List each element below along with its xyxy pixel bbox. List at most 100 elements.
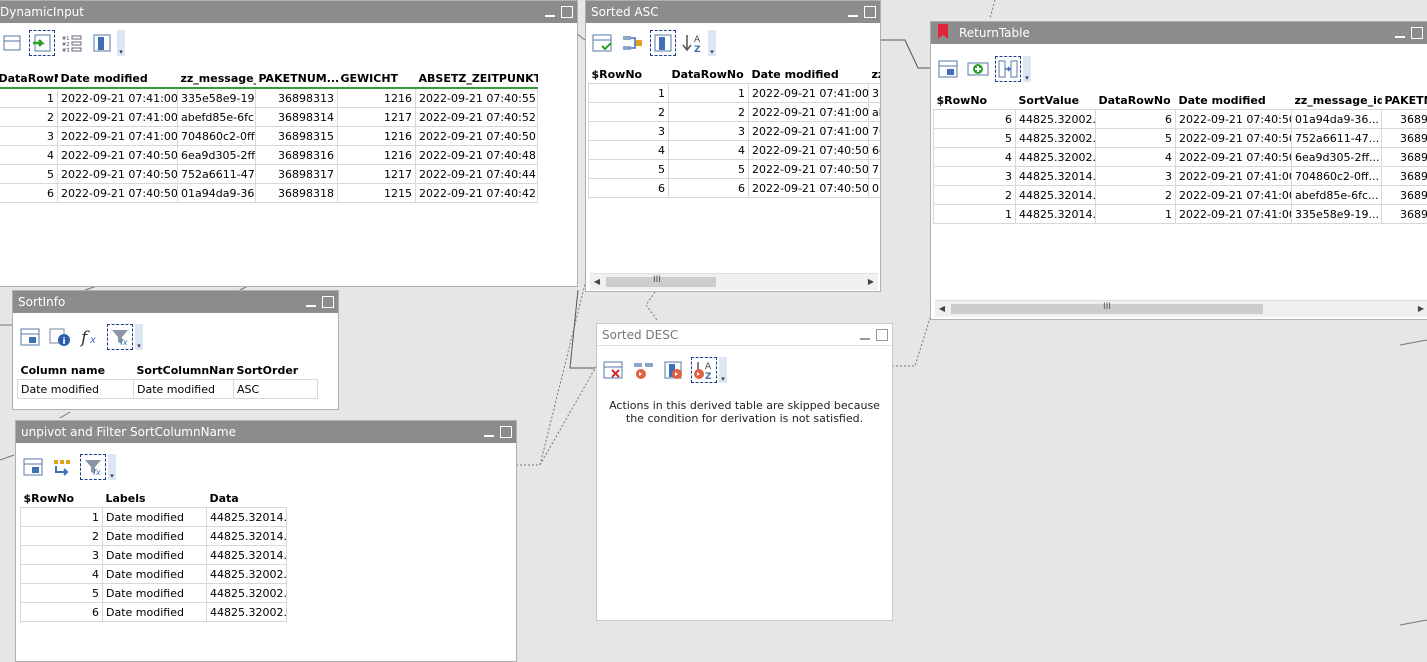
table-icon[interactable] — [22, 456, 44, 478]
table-row[interactable]: 1 Date modified 44825.32014... — [20, 507, 287, 527]
table-row[interactable]: 662022-09-21 07:40:5001 — [588, 178, 880, 198]
minimize-button[interactable] — [306, 305, 316, 307]
toolbar-dropdown-icon[interactable]: ▾ — [719, 357, 727, 383]
panel-titlebar[interactable]: Sorted DESC — [597, 324, 892, 346]
sorted-asc-panel[interactable]: Sorted ASC AZ ▾ $RowNo DataRowNo Date mo… — [585, 0, 881, 292]
table-row[interactable]: 6 44825.32002... 6 2022-09-21 07:40:50 01a94… — [933, 109, 1427, 129]
minimize-button[interactable] — [545, 15, 555, 17]
column-header[interactable]: Labels — [102, 489, 207, 508]
column-order-icon[interactable] — [995, 56, 1021, 82]
column-header[interactable]: Column name — [17, 361, 134, 380]
table-row[interactable]: 552022-09-21 07:40:5075 — [588, 159, 880, 179]
table-icon[interactable] — [1, 32, 23, 54]
table-row[interactable]: 332022-09-21 07:41:0070 — [588, 121, 880, 141]
sort-ascending-icon[interactable]: AZ — [682, 32, 704, 54]
column-header[interactable]: $RowNo — [20, 489, 103, 508]
table-row[interactable]: 3 Date modified 44825.32014... — [20, 545, 287, 565]
table-row[interactable]: 2 Date modified 44825.32014... — [20, 526, 287, 546]
minimize-button[interactable] — [848, 15, 858, 17]
minimize-button[interactable] — [1395, 36, 1405, 38]
scrollbar-thumb[interactable] — [606, 277, 716, 287]
maximize-button[interactable] — [500, 426, 512, 438]
table-row[interactable]: 5 Date modified 44825.32002... — [20, 583, 287, 603]
column-header[interactable]: Date modified — [748, 65, 869, 84]
table-row[interactable]: 222022-09-21 07:41:00ab — [588, 102, 880, 122]
sorted-desc-panel[interactable]: Sorted DESC AZ ▾ Actions in this derived… — [596, 323, 893, 621]
column-header[interactable]: SortColumnName — [133, 361, 234, 380]
table-row[interactable]: 6 2022-09-21 07:40:50 01a94da9-36... 368… — [0, 183, 538, 203]
table-row[interactable]: 4 44825.32002... 4 2022-09-21 07:40:50 6ea9d… — [933, 147, 1427, 167]
numbered-list-icon[interactable]: #1 #2 #3 — [61, 32, 83, 54]
table-row[interactable]: 3 2022-09-21 07:41:00 704860c2-0ff... 36… — [0, 126, 538, 146]
toolbar-dropdown-icon[interactable]: ▾ — [708, 30, 716, 56]
import-data-icon[interactable] — [29, 30, 55, 56]
scroll-right-icon[interactable]: ▶ — [864, 274, 878, 290]
filter-formula-icon[interactable]: fx — [107, 324, 133, 350]
minimize-button[interactable] — [860, 338, 870, 340]
table-row[interactable]: 442022-09-21 07:40:506e — [588, 140, 880, 160]
column-header[interactable]: DataRowNo — [1095, 91, 1176, 110]
maximize-button[interactable] — [1411, 27, 1423, 39]
column-header[interactable]: $RowNo — [588, 65, 669, 84]
column-header[interactable]: ABSETZ_ZEITPUNKT — [415, 69, 538, 89]
horizontal-scrollbar[interactable]: ◀ III ▶ — [935, 300, 1427, 317]
toolbar-dropdown-icon[interactable]: ▾ — [117, 30, 125, 56]
panel-titlebar[interactable]: DynamicInput — [0, 1, 577, 23]
merge-skipped-icon[interactable] — [633, 359, 655, 381]
table-row[interactable]: 2 2022-09-21 07:41:00 abefd85e-6fc... 36… — [0, 107, 538, 127]
minimize-button[interactable] — [484, 435, 494, 437]
column-header[interactable]: GEWICHT — [337, 69, 416, 89]
scroll-right-icon[interactable]: ▶ — [1414, 301, 1427, 317]
column-header[interactable]: DataRowNo — [0, 69, 58, 89]
column-header[interactable]: $RowNo — [933, 91, 1016, 110]
column-header[interactable]: PAKETNU — [1381, 91, 1427, 110]
column-header[interactable]: PAKETNUM... — [255, 69, 338, 89]
horizontal-scrollbar[interactable]: ◀ III ▶ — [590, 273, 878, 290]
table-row[interactable]: 1 2022-09-21 07:41:00 335e58e9-19... 368… — [0, 87, 538, 108]
column-header[interactable]: SortValue — [1015, 91, 1096, 110]
column-header[interactable]: zz_message_id — [177, 69, 256, 89]
info-icon[interactable]: i — [49, 326, 71, 348]
unpivot-panel[interactable]: unpivot and Filter SortColumnName fx ▾ $… — [15, 420, 517, 662]
column-header[interactable]: zz — [868, 65, 880, 84]
toolbar-dropdown-icon[interactable]: ▾ — [108, 454, 116, 480]
table-icon[interactable] — [937, 58, 959, 80]
table-row[interactable]: 5 44825.32002... 5 2022-09-21 07:40:50 752a6… — [933, 128, 1427, 148]
table-icon[interactable] — [19, 326, 41, 348]
table-row[interactable]: 6 Date modified 44825.32002... — [20, 602, 287, 622]
toolbar-dropdown-icon[interactable]: ▾ — [135, 324, 143, 350]
filter-formula-icon[interactable]: fx — [80, 454, 106, 480]
table-row[interactable]: 2 44825.32014... 2 2022-09-21 07:41:00 abefd… — [933, 185, 1427, 205]
merge-icon[interactable] — [622, 32, 644, 54]
column-skipped-icon[interactable] — [663, 359, 685, 381]
dynamic-input-panel[interactable]: DynamicInput #1#2#3 ▾ DataRowNo Date mod… — [0, 0, 578, 287]
column-select-icon[interactable] — [91, 32, 113, 54]
column-header[interactable]: SortOrder — [233, 361, 318, 380]
column-header[interactable]: zz_message_id — [1291, 91, 1382, 110]
panel-titlebar[interactable]: Sorted ASC — [586, 1, 880, 23]
scroll-left-icon[interactable]: ◀ — [590, 274, 604, 290]
column-header[interactable]: Date modified — [57, 69, 178, 89]
maximize-button[interactable] — [876, 329, 888, 341]
unpivot-icon[interactable] — [52, 456, 74, 478]
table-row[interactable]: Date modified Date modified ASC — [17, 379, 318, 399]
panel-titlebar[interactable]: ReturnTable — [931, 22, 1427, 44]
sort-info-panel[interactable]: SortInfo i fx fx ▾ Column name SortColum… — [12, 290, 339, 410]
sort-descending-icon[interactable]: AZ — [691, 357, 717, 383]
table-row[interactable]: 3 44825.32014... 3 2022-09-21 07:41:00 70486… — [933, 166, 1427, 186]
table-row[interactable]: 5 2022-09-21 07:40:50 752a6611-47... 368… — [0, 164, 538, 184]
panel-titlebar[interactable]: SortInfo — [13, 291, 338, 313]
panel-titlebar[interactable]: unpivot and Filter SortColumnName — [16, 421, 516, 443]
column-header[interactable]: Date modified — [1175, 91, 1292, 110]
add-row-icon[interactable] — [967, 58, 989, 80]
table-row[interactable]: 112022-09-21 07:41:0033 — [588, 83, 880, 103]
table-check-icon[interactable] — [592, 32, 614, 54]
column-header[interactable]: DataRowNo — [668, 65, 749, 84]
table-row[interactable]: 4 2022-09-21 07:40:50 6ea9d305-2ff... 36… — [0, 145, 538, 165]
return-table-panel[interactable]: ReturnTable ▾ $RowNo SortValue DataRowNo… — [930, 21, 1427, 320]
column-header[interactable]: Data — [206, 489, 287, 508]
table-row[interactable]: 4 Date modified 44825.32002... — [20, 564, 287, 584]
maximize-button[interactable] — [322, 296, 334, 308]
scroll-left-icon[interactable]: ◀ — [935, 301, 949, 317]
toolbar-dropdown-icon[interactable]: ▾ — [1023, 56, 1031, 82]
